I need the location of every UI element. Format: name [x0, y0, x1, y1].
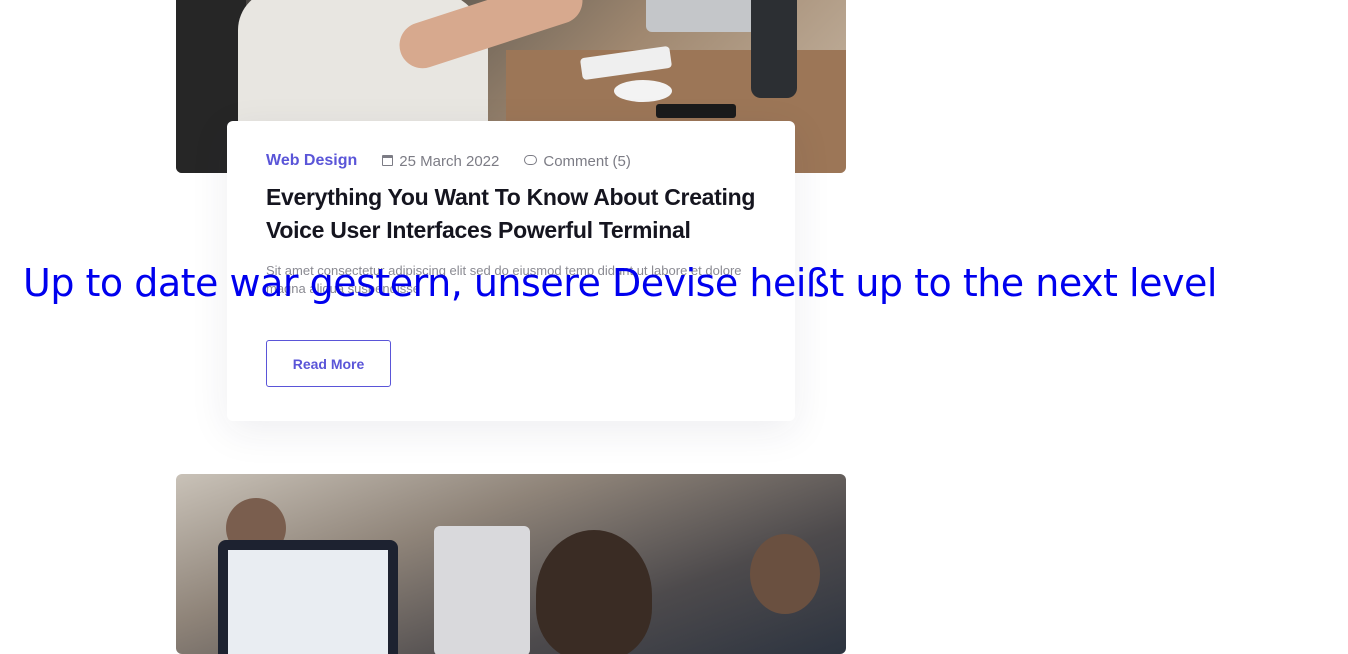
overlay-banner-text: Up to date war gestern, unsere Devise he…	[23, 261, 1217, 305]
post-date-text: 25 March 2022	[399, 152, 500, 170]
post-image-2[interactable]	[176, 474, 846, 654]
photo-mouse-shape	[614, 80, 672, 102]
post-comments-link[interactable]: Comment (5)	[524, 153, 631, 170]
post-category-link[interactable]: Web Design	[266, 152, 357, 170]
photo-person-head-shape	[536, 530, 652, 654]
chat-bubble-icon	[524, 155, 538, 165]
photo-bottle-shape	[751, 0, 797, 98]
post-date: 25 March 2022	[382, 153, 499, 170]
post-title[interactable]: Everything You Want To Know About Creati…	[266, 181, 766, 247]
post-meta: Web Design 25 March 2022 Comment (5)	[266, 152, 656, 170]
photo-second-person-shape	[750, 534, 820, 614]
photo-phone-shape	[656, 104, 736, 118]
post-comments-text: Comment (5)	[543, 152, 631, 170]
read-more-button[interactable]: Read More	[266, 340, 391, 387]
calendar-icon	[382, 154, 394, 166]
photo-screen-shape	[228, 550, 388, 654]
